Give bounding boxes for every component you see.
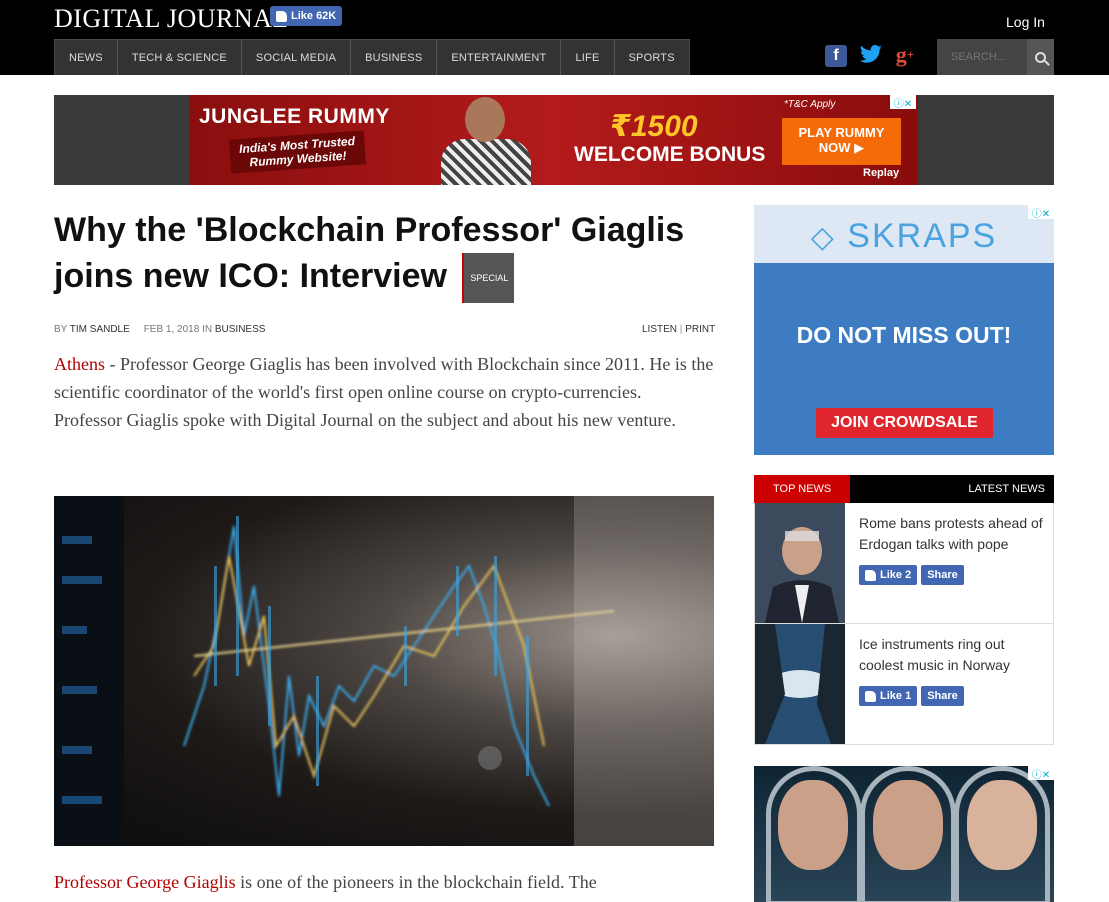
rummy-ad-banner[interactable]: JUNGLEE RUMMY India's Most Trusted Rummy… bbox=[190, 95, 918, 185]
article-date: FEB 1, 2018 bbox=[143, 324, 200, 335]
lede-text: - Professor George Giaglis has been invo… bbox=[54, 354, 714, 430]
google-plus-icon[interactable]: g + bbox=[892, 42, 918, 68]
news-thumbnail[interactable] bbox=[755, 503, 845, 623]
ad-close-icon[interactable]: ⓘ✕ bbox=[1028, 766, 1054, 781]
search-icon bbox=[1035, 51, 1046, 63]
facebook-like-button[interactable]: Like 62K bbox=[270, 6, 343, 26]
news-item[interactable]: Ice instruments ring out coolest music i… bbox=[754, 624, 1054, 745]
paragraph-text: is one of the pioneers in the blockchain… bbox=[235, 872, 597, 892]
ad-replay-button[interactable]: Replay bbox=[863, 167, 899, 179]
site-logo[interactable]: DIGITAL JOURNAL bbox=[54, 4, 289, 34]
tools-separator: | bbox=[679, 324, 683, 335]
main-nav: NEWS TECH & SCIENCE SOCIAL MEDIA BUSINES… bbox=[54, 39, 690, 75]
share-button[interactable]: Share bbox=[921, 565, 964, 585]
ad-brand-text: SKRAPS bbox=[847, 217, 998, 255]
thumbs-up-icon bbox=[865, 690, 876, 702]
special-badge: SPECIAL bbox=[462, 253, 515, 304]
search-button[interactable] bbox=[1027, 39, 1054, 75]
article-title-text: Why the 'Blockchain Professor' Giaglis j… bbox=[54, 211, 685, 295]
stock-chart-photo bbox=[54, 496, 714, 846]
skraps-ad[interactable]: ◇ SKRAPS DO NOT MISS OUT! JOIN CROWDSALE… bbox=[754, 205, 1054, 455]
thumbs-up-icon bbox=[865, 569, 876, 581]
article-lede: Athens - Professor George Giaglis has be… bbox=[54, 350, 714, 434]
ad-close-icon[interactable]: ⓘ✕ bbox=[1028, 205, 1054, 220]
ad-amount: ₹1500 bbox=[610, 110, 698, 143]
professor-link[interactable]: Professor George Giaglis bbox=[54, 872, 236, 892]
byline-in-label: IN bbox=[202, 324, 213, 335]
article-tools: LISTEN | PRINT bbox=[642, 324, 715, 335]
nav-item-life[interactable]: LIFE bbox=[561, 40, 615, 75]
article-hero-image bbox=[54, 496, 714, 846]
author-link[interactable]: TIM SANDLE bbox=[70, 324, 130, 335]
facebook-icon[interactable]: f bbox=[825, 45, 847, 67]
print-link[interactable]: PRINT bbox=[685, 324, 715, 335]
join-crowdsale-button[interactable]: JOIN CROWDSALE bbox=[816, 408, 993, 438]
nav-item-entertainment[interactable]: ENTERTAINMENT bbox=[437, 40, 562, 75]
ad-cta-button[interactable]: PLAY RUMMY NOW ▶ bbox=[782, 118, 901, 165]
like-button[interactable]: Like 2 bbox=[859, 565, 918, 585]
nav-item-sports[interactable]: SPORTS bbox=[615, 40, 689, 75]
location-link[interactable]: Athens bbox=[54, 354, 105, 374]
thumbs-up-icon bbox=[276, 10, 287, 22]
facebook-like-label: Like 62K bbox=[291, 10, 337, 22]
news-title[interactable]: Ice instruments ring out coolest music i… bbox=[859, 634, 1049, 676]
ad-terms: *T&C Apply bbox=[784, 99, 836, 110]
listen-link[interactable]: LISTEN bbox=[642, 324, 677, 335]
news-title[interactable]: Rome bans protests ahead of Erdogan talk… bbox=[859, 513, 1049, 555]
nav-item-tech-science[interactable]: TECH & SCIENCE bbox=[118, 40, 242, 75]
news-actions: Like 2 Share bbox=[859, 565, 964, 585]
nav-item-social-media[interactable]: SOCIAL MEDIA bbox=[242, 40, 352, 75]
news-thumbnail[interactable] bbox=[755, 624, 845, 744]
ad-brand: ◇ SKRAPS bbox=[754, 217, 1054, 256]
news-tabs: TOP NEWS LATEST NEWS bbox=[754, 475, 1054, 503]
byline: BY TIM SANDLE FEB 1, 2018 IN BUSINESS bbox=[54, 324, 265, 335]
article-title: Why the 'Blockchain Professor' Giaglis j… bbox=[54, 207, 714, 304]
byline-by-label: BY bbox=[54, 324, 68, 335]
diamond-icon: ◇ bbox=[810, 221, 836, 254]
nav-item-business[interactable]: BUSINESS bbox=[351, 40, 438, 75]
like-button[interactable]: Like 1 bbox=[859, 686, 918, 706]
nav-item-news[interactable]: NEWS bbox=[55, 40, 118, 75]
ad-message: DO NOT MISS OUT! bbox=[796, 322, 1012, 348]
ad-tagline: India's Most Trusted Rummy Website! bbox=[228, 130, 367, 174]
search-input[interactable] bbox=[937, 39, 1027, 75]
news-item[interactable]: Rome bans protests ahead of Erdogan talk… bbox=[754, 503, 1054, 624]
news-actions: Like 1 Share bbox=[859, 686, 964, 706]
tab-latest-news[interactable]: LATEST NEWS bbox=[959, 475, 1054, 503]
like-label: Like 2 bbox=[880, 569, 912, 581]
ad-person-image bbox=[433, 95, 538, 185]
tab-top-news[interactable]: TOP NEWS bbox=[754, 475, 851, 503]
login-link[interactable]: Log In bbox=[1006, 14, 1045, 30]
like-label: Like 1 bbox=[880, 690, 912, 702]
ad-bonus: WELCOME BONUS bbox=[574, 143, 766, 166]
share-button[interactable]: Share bbox=[921, 686, 964, 706]
category-link[interactable]: BUSINESS bbox=[215, 324, 266, 335]
ad-close-icon[interactable]: ⓘ✕ bbox=[890, 95, 916, 110]
movie-ad[interactable]: ⓘ✕ bbox=[754, 766, 1054, 902]
article-paragraph: Professor George Giaglis is one of the p… bbox=[54, 868, 714, 896]
ad-brand: JUNGLEE RUMMY bbox=[199, 105, 390, 128]
twitter-icon[interactable] bbox=[858, 42, 884, 68]
